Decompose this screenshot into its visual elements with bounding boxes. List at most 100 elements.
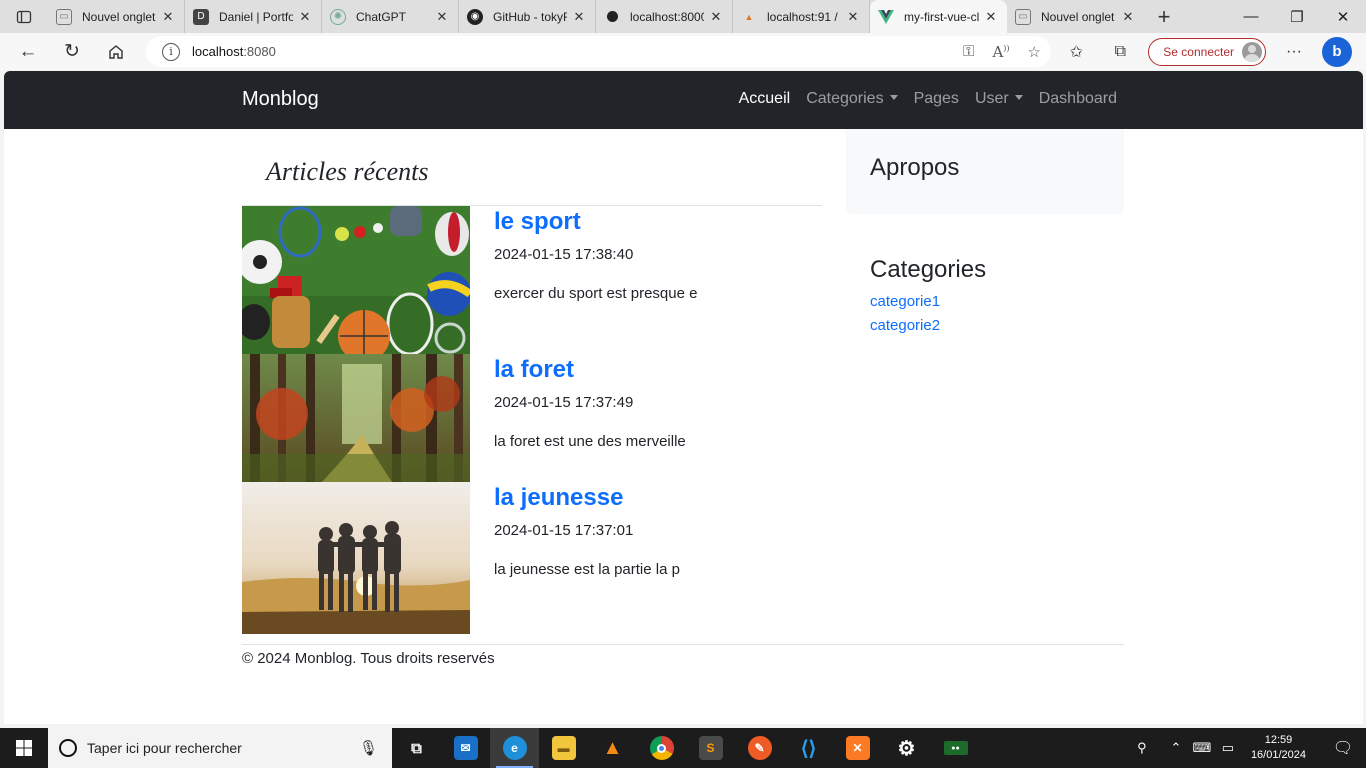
avatar-icon <box>1242 41 1262 62</box>
site-navbar: Monblog Accueil Categories Pages User Da… <box>4 71 1363 129</box>
clock[interactable]: 12:59 16/01/2024 <box>1251 733 1306 763</box>
chevron-up-icon[interactable]: ⌃ <box>1163 740 1189 756</box>
more-button[interactable]: ··· <box>1272 33 1316 70</box>
close-icon[interactable]: ✕ <box>845 9 861 25</box>
home-button[interactable] <box>94 36 138 68</box>
close-icon[interactable]: ✕ <box>571 9 587 25</box>
tab-label: localhost:91 / 1 <box>767 9 841 24</box>
minimize-button[interactable]: — <box>1228 0 1274 33</box>
phpmyadmin-icon: ▲ <box>744 11 754 22</box>
nav-home[interactable]: Accueil <box>739 90 791 108</box>
tab-label: ChatGPT <box>356 9 407 24</box>
taskbar-search[interactable]: Taper ici pour rechercher 🎙 <box>48 728 392 768</box>
favorites-button[interactable]: ✩ <box>1054 33 1098 70</box>
signin-button[interactable]: Se connecter <box>1148 37 1266 66</box>
category-link[interactable]: categorie1 <box>870 290 1100 314</box>
site-menu: Accueil Categories Pages User Dashboard <box>739 90 1117 108</box>
site-footer: © 2024 Monblog. Tous droits reservés <box>242 644 1124 667</box>
read-aloud-icon[interactable]: A)) <box>992 43 1009 61</box>
close-icon[interactable]: ✕ <box>983 9 999 25</box>
bing-icon[interactable]: b <box>1322 36 1352 67</box>
notifications-icon[interactable]: 🗨 <box>1320 738 1366 758</box>
collections-button[interactable]: ⧉ <box>1098 33 1142 70</box>
main-content: Articles récents le sport 2024-01-15 17:… <box>242 129 822 634</box>
address-bar[interactable]: i localhost:8080 ⚿ A)) ☆ <box>146 36 1051 67</box>
close-icon[interactable]: ✕ <box>708 9 724 25</box>
xampp-app[interactable]: ✕ <box>833 728 882 768</box>
microphone-icon[interactable]: 🎙 <box>359 739 378 757</box>
caret-down-icon <box>1014 95 1023 100</box>
arrow-left-icon: ← <box>18 40 38 62</box>
category-link[interactable]: categorie2 <box>870 314 1100 338</box>
postman-app[interactable]: ✎ <box>735 728 784 768</box>
vue-icon <box>878 9 894 25</box>
nav-user-label: User <box>974 90 1009 107</box>
site-brand[interactable]: Monblog <box>242 88 319 111</box>
browser-tab[interactable]: ◉ GitHub - tokyR ✕ <box>459 0 596 33</box>
postman-icon: ✎ <box>747 736 772 760</box>
close-icon[interactable]: ✕ <box>434 9 450 25</box>
start-button[interactable] <box>0 728 48 768</box>
info-icon[interactable]: i <box>162 42 180 61</box>
article-excerpt: la jeunesse est la partie la p <box>494 561 680 578</box>
page-viewport: Monblog Accueil Categories Pages User Da… <box>4 71 1363 724</box>
close-window-button[interactable]: ✕ <box>1320 0 1366 33</box>
article-title[interactable]: le sport <box>494 208 697 236</box>
new-tab-icon: ▭ <box>1015 8 1031 25</box>
back-button[interactable]: ← <box>6 36 50 68</box>
favorites-icon: ✩ <box>1069 43 1083 61</box>
clock-time: 12:59 <box>1264 734 1293 746</box>
file-explorer-app[interactable]: ▬ <box>539 728 588 768</box>
edge-app[interactable]: e <box>490 728 539 768</box>
sublime-app[interactable]: S <box>686 728 735 768</box>
settings-app[interactable]: ⚙ <box>882 728 931 768</box>
browser-tab[interactable]: ▲ localhost:91 / 1 ✕ <box>733 0 870 33</box>
browser-tab[interactable]: ✺ ChatGPT ✕ <box>322 0 459 33</box>
new-tab-icon: ▭ <box>56 8 72 25</box>
restore-icon: ❐ <box>1290 8 1304 26</box>
browser-tab[interactable]: localhost:8000 ✕ <box>596 0 733 33</box>
article-thumbnail-sport[interactable] <box>242 206 470 354</box>
mail-app[interactable]: ✉ <box>441 728 490 768</box>
nav-dashboard[interactable]: Dashboard <box>1039 90 1117 108</box>
dalma-app[interactable]: ●● <box>931 728 980 768</box>
window-controls: — ❐ ✕ <box>1228 0 1366 33</box>
network-icon[interactable]: ▭ <box>1215 740 1241 756</box>
article-body: la foret 2024-01-15 17:37:49 la foret es… <box>470 354 686 482</box>
search-placeholder: Taper ici pour rechercher <box>87 740 242 756</box>
nav-pages[interactable]: Pages <box>914 90 959 108</box>
vscode-app[interactable]: ⟨⟩ <box>784 728 833 768</box>
close-icon[interactable]: ✕ <box>297 9 313 25</box>
vlc-app[interactable]: ▲ <box>588 728 637 768</box>
sublime-icon: S <box>698 736 723 760</box>
restore-button[interactable]: ❐ <box>1274 0 1320 33</box>
new-tab-button[interactable]: + <box>1144 0 1184 33</box>
article-title[interactable]: la jeunesse <box>494 484 680 512</box>
taskbar-apps: ⧉ ✉ e ▬ ▲ S ✎ ⟨⟩ ✕ ⚙ ●● <box>392 728 980 768</box>
browser-tab-active[interactable]: my-first-vue-cl ✕ <box>870 0 1007 33</box>
article-thumbnail-jeunesse[interactable] <box>242 482 470 634</box>
windows-icon <box>16 740 32 756</box>
nav-user-dropdown[interactable]: User <box>975 90 1023 108</box>
chrome-app[interactable] <box>637 728 686 768</box>
nav-categories-dropdown[interactable]: Categories <box>806 90 898 108</box>
close-icon[interactable]: ✕ <box>160 9 176 25</box>
close-icon[interactable]: ✕ <box>1120 9 1136 25</box>
reload-icon: ↻ <box>64 41 80 62</box>
tab-actions-button[interactable] <box>0 0 48 33</box>
task-view-button[interactable]: ⧉ <box>392 728 441 768</box>
browser-tab[interactable]: ▭ Nouvel onglet ✕ <box>1007 0 1144 33</box>
keyboard-icon[interactable]: ⌨ <box>1189 740 1215 756</box>
people-icon[interactable]: ⚲ <box>1129 740 1155 756</box>
reload-button[interactable]: ↻ <box>50 36 94 68</box>
about-panel: Apropos <box>846 129 1124 214</box>
browser-tab[interactable]: D Daniel | Portfoli ✕ <box>185 0 322 33</box>
browser-tab[interactable]: ▭ Nouvel onglet ✕ <box>48 0 185 33</box>
vlc-icon: ▲ <box>602 736 623 759</box>
add-favorite-icon[interactable]: ☆ <box>1028 43 1041 61</box>
key-icon[interactable]: ⚿ <box>963 43 974 60</box>
url-text[interactable]: localhost:8080 <box>192 44 276 59</box>
article-thumbnail-foret[interactable] <box>242 354 470 482</box>
cortana-icon <box>59 739 77 757</box>
article-title[interactable]: la foret <box>494 356 686 384</box>
